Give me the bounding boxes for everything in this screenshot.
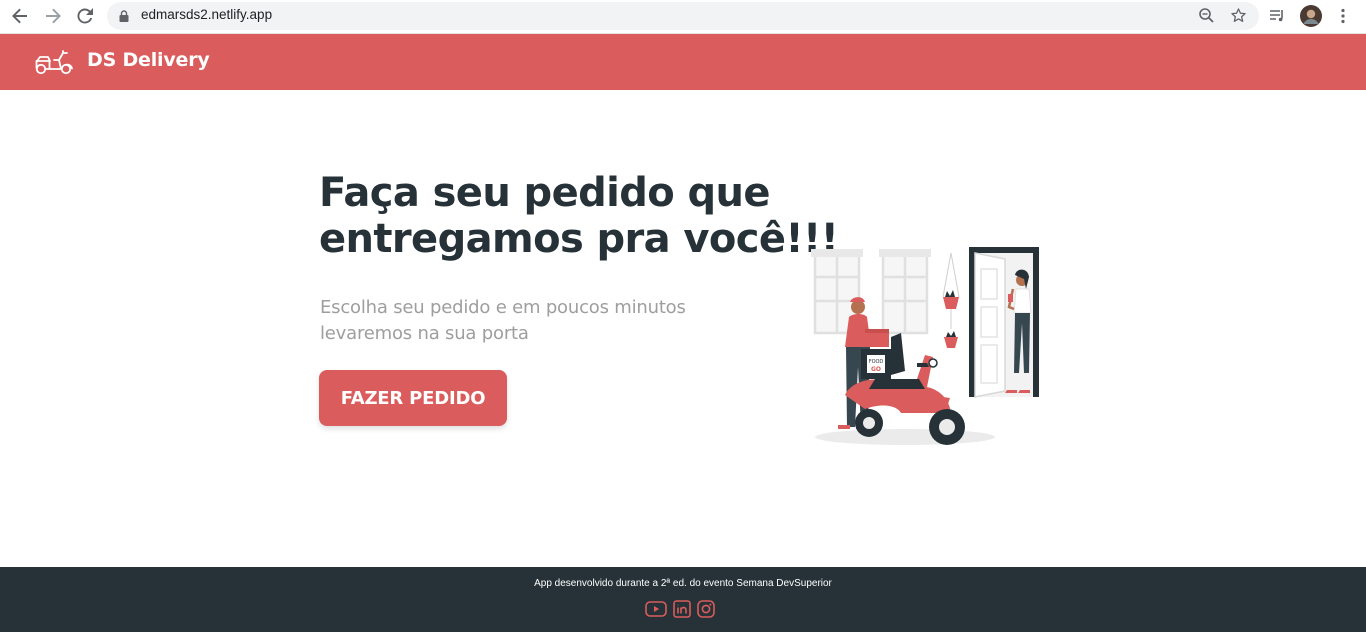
place-order-button[interactable]: FAZER PEDIDO	[319, 370, 507, 426]
scooter-icon[interactable]	[34, 48, 74, 76]
media-queue-icon	[1270, 10, 1283, 22]
back-button[interactable]	[4, 0, 36, 32]
app-header: DS Delivery	[0, 34, 1366, 90]
address-bar[interactable]: edmarsds2.netlify.app	[107, 2, 1259, 30]
instagram-link[interactable]	[695, 598, 717, 620]
forward-arrow-icon	[46, 8, 61, 24]
app-title[interactable]: DS Delivery	[87, 49, 210, 71]
media-queue-button[interactable]	[1268, 0, 1286, 32]
linkedin-link[interactable]	[671, 598, 693, 620]
instagram-icon	[697, 600, 715, 618]
youtube-icon	[645, 601, 667, 617]
lock-icon	[119, 10, 129, 22]
delivery-scooter-illustration: FOOD GO	[811, 247, 1039, 445]
url-text: edmarsds2.netlify.app	[141, 7, 273, 22]
forward-button[interactable]	[37, 0, 69, 32]
star-icon[interactable]	[1230, 7, 1247, 24]
back-arrow-icon	[12, 8, 27, 24]
hero-title: Faça seu pedido que entregamos pra você!…	[319, 170, 839, 262]
linkedin-icon	[673, 600, 691, 618]
profile-avatar[interactable]	[1300, 0, 1322, 32]
hero-subtitle: Escolha seu pedido e em poucos minutos l…	[320, 297, 686, 344]
reload-button[interactable]	[69, 0, 101, 32]
svg-text:FOOD: FOOD	[869, 359, 884, 365]
browser-menu-button[interactable]	[1336, 0, 1350, 32]
browser-toolbar: edmarsds2.netlify.app	[0, 0, 1366, 34]
svg-text:GO: GO	[871, 366, 881, 373]
youtube-link[interactable]	[645, 598, 667, 620]
reload-icon	[77, 8, 93, 24]
kebab-menu-icon	[1341, 8, 1345, 24]
zoom-icon[interactable]	[1198, 7, 1215, 24]
footer-text: App desenvolvido durante a 2ª ed. do eve…	[534, 578, 832, 589]
app-footer: App desenvolvido durante a 2ª ed. do eve…	[0, 567, 1366, 632]
